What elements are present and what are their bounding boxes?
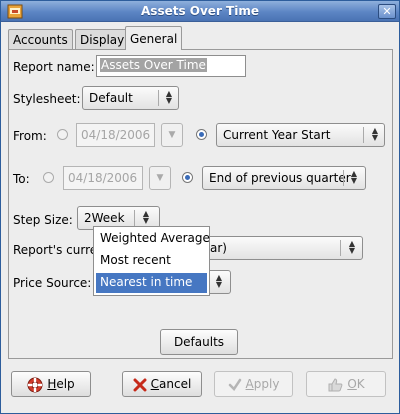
cancel-button[interactable]: Cancel: [122, 371, 202, 397]
from-label: From:: [13, 129, 47, 143]
defaults-button[interactable]: Defaults: [160, 329, 238, 355]
chevron-down-icon: ▼: [168, 130, 176, 140]
from-date-picker-button[interactable]: ▼: [161, 123, 183, 147]
to-label: To:: [13, 172, 30, 186]
apply-button[interactable]: Apply: [214, 371, 293, 397]
help-mnemonic: H: [47, 377, 57, 391]
dialog-window: Assets Over Time ✕ Accounts Display Gene…: [0, 0, 400, 414]
step-size-label: Step Size:: [13, 213, 73, 227]
price-source-menu: Weighted Average Most recent Nearest in …: [93, 226, 210, 296]
ok-button[interactable]: OK: [306, 371, 386, 397]
price-source-option-weighted-average[interactable]: Weighted Average: [96, 229, 210, 249]
chevron-updown-icon: ▲ ▼: [142, 209, 150, 225]
tab-general-label: General: [130, 32, 178, 46]
price-source-option-nearest-in-time[interactable]: Nearest in time: [96, 273, 207, 293]
chevron-updown-icon: ▲ ▼: [165, 89, 173, 105]
cancel-x-icon: [133, 378, 147, 391]
report-name-value: Assets Over Time: [100, 58, 207, 72]
tab-general[interactable]: General: [125, 26, 183, 50]
cancel-label: ancel: [159, 377, 192, 391]
combo-separator: [134, 210, 135, 226]
price-source-option-most-recent[interactable]: Most recent: [96, 251, 207, 271]
checkmark-icon: [228, 378, 241, 391]
combo-separator: [158, 90, 159, 106]
chevron-down-icon: ▼: [156, 173, 164, 183]
help-label: elp: [56, 377, 75, 391]
cancel-mnemonic: C: [150, 377, 160, 391]
combo-separator: [340, 240, 341, 256]
apply-label: pply: [253, 377, 280, 391]
ok-label: K: [356, 377, 365, 391]
from-relative-value: Current Year Start: [223, 128, 331, 142]
chevron-updown-icon: ▲ ▼: [348, 239, 356, 255]
combo-separator: [343, 170, 344, 186]
to-date-value: 04/18/2006: [68, 171, 138, 185]
from-relative-radio[interactable]: [196, 129, 207, 140]
combo-separator: [363, 127, 364, 143]
to-relative-radio[interactable]: [182, 172, 193, 183]
chevron-updown-icon: ▲ ▼: [371, 126, 379, 142]
stylesheet-label: Stylesheet:: [13, 92, 81, 106]
lifebuoy-icon: [27, 377, 43, 392]
chevron-updown-icon: ▲ ▼: [215, 273, 223, 289]
close-icon: ✕: [382, 5, 392, 18]
stylesheet-value: Default: [89, 91, 133, 105]
general-panel: Report name: Assets Over Time Stylesheet…: [8, 49, 393, 359]
tab-accounts[interactable]: Accounts: [8, 29, 73, 49]
price-source-label: Price Source:: [13, 276, 92, 290]
tab-accounts-label: Accounts: [13, 33, 68, 47]
tab-display-label: Display: [80, 33, 125, 47]
tab-display[interactable]: Display: [75, 29, 130, 49]
to-absolute-radio[interactable]: [43, 172, 54, 183]
from-absolute-radio[interactable]: [57, 129, 68, 140]
to-relative-value: End of previous quarter: [209, 171, 351, 185]
from-relative-select[interactable]: Current Year Start ▲ ▼: [216, 123, 385, 147]
step-size-value: 2Week: [84, 211, 125, 225]
report-name-label: Report name:: [13, 60, 95, 74]
stylesheet-select[interactable]: Default ▲ ▼: [82, 86, 179, 110]
close-button[interactable]: ✕: [378, 4, 396, 19]
chevron-updown-icon: ▲ ▼: [350, 169, 358, 185]
thumbs-up-icon: [328, 377, 343, 391]
to-date-input[interactable]: 04/18/2006: [63, 166, 143, 190]
apply-mnemonic: A: [245, 377, 254, 391]
report-name-input[interactable]: Assets Over Time: [96, 55, 246, 77]
title-bar[interactable]: Assets Over Time ✕: [1, 1, 399, 22]
to-relative-select[interactable]: End of previous quarter ▲ ▼: [202, 166, 366, 190]
from-date-input[interactable]: 04/18/2006: [76, 123, 155, 147]
help-button[interactable]: Help: [11, 371, 91, 397]
to-date-picker-button[interactable]: ▼: [149, 166, 171, 190]
from-date-value: 04/18/2006: [81, 128, 151, 142]
ok-mnemonic: O: [347, 377, 357, 391]
currency-label: Report's curren: [13, 243, 105, 257]
window-title: Assets Over Time: [141, 4, 259, 18]
defaults-label: Defaults: [173, 335, 225, 349]
currency-value-tail: ar): [210, 241, 227, 255]
